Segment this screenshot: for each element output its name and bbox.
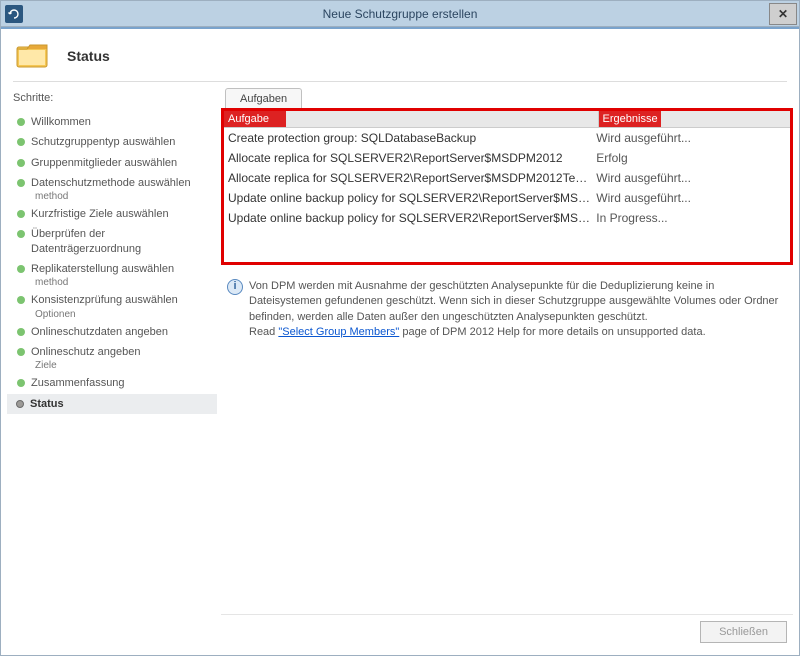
step-bullet-icon bbox=[17, 210, 25, 218]
step-label: Status bbox=[30, 397, 211, 411]
step-item[interactable]: Zusammenfassung bbox=[7, 373, 217, 393]
result-cell: Wird ausgeführt... bbox=[596, 131, 786, 145]
result-cell: In Progress... bbox=[596, 211, 786, 225]
main-panel: Aufgaben Aufgabe se Ergebnisse Create pr… bbox=[221, 88, 793, 649]
tab-tasks[interactable]: Aufgaben bbox=[225, 88, 302, 109]
step-item[interactable]: Willkommen bbox=[7, 112, 217, 132]
step-sublabel: Ziele bbox=[35, 360, 217, 371]
step-sublabel: method bbox=[35, 277, 217, 288]
window-title: Neue Schutzgruppe erstellen bbox=[1, 7, 799, 21]
footer: Schließen bbox=[221, 614, 793, 649]
task-cell: Update online backup policy for SQLSERVE… bbox=[228, 211, 596, 225]
help-link[interactable]: "Select Group Members" bbox=[278, 326, 399, 338]
info-message: i Von DPM werden mit Ausnahme der geschü… bbox=[221, 265, 793, 341]
info-icon: i bbox=[227, 279, 243, 295]
task-cell: Allocate replica for SQLSERVER2\ReportSe… bbox=[228, 151, 596, 165]
step-item[interactable]: Schutzgruppentyp auswählen bbox=[7, 132, 217, 152]
heading-row: Status bbox=[7, 35, 793, 81]
step-item[interactable]: Kurzfristige Ziele auswählen bbox=[7, 204, 217, 224]
col-result: se Ergebnisse bbox=[598, 111, 790, 128]
table-row[interactable]: Update online backup policy for SQLSERVE… bbox=[224, 188, 790, 208]
step-label: Gruppenmitglieder auswählen bbox=[31, 156, 211, 170]
page-title: Status bbox=[67, 48, 110, 64]
step-item[interactable]: Konsistenzprüfung auswählen bbox=[7, 290, 217, 310]
step-label: Konsistenzprüfung auswählen bbox=[31, 293, 211, 307]
step-item[interactable]: Onlineschutz angeben bbox=[7, 342, 217, 362]
step-sublabel: Optionen bbox=[35, 309, 217, 320]
result-cell: Wird ausgeführt... bbox=[596, 191, 786, 205]
step-item[interactable]: Überprüfen der Datenträgerzuordnung bbox=[7, 224, 217, 259]
steps-title: Schritte: bbox=[7, 88, 217, 112]
step-item[interactable]: Gruppenmitglieder auswählen bbox=[7, 153, 217, 173]
step-label: Replikaterstellung auswählen bbox=[31, 262, 211, 276]
step-bullet-icon bbox=[17, 296, 25, 304]
folder-icon bbox=[15, 41, 51, 71]
step-sublabel: method bbox=[35, 191, 217, 202]
table-row[interactable]: Update online backup policy for SQLSERVE… bbox=[224, 208, 790, 228]
step-item[interactable]: Status bbox=[7, 394, 217, 414]
step-label: Onlineschutz angeben bbox=[31, 345, 211, 359]
info-read-prefix: Read bbox=[249, 326, 278, 338]
step-item[interactable]: Datenschutzmethode auswählen bbox=[7, 173, 217, 193]
step-bullet-icon bbox=[17, 118, 25, 126]
step-bullet-icon bbox=[16, 400, 24, 408]
wizard-window: Neue Schutzgruppe erstellen ✕ Status Sch… bbox=[0, 0, 800, 656]
info-text: Von DPM werden mit Ausnahme der geschütz… bbox=[249, 280, 778, 323]
step-label: Kurzfristige Ziele auswählen bbox=[31, 207, 211, 221]
col-task: Aufgabe bbox=[224, 111, 598, 128]
table-row[interactable]: Allocate replica for SQLSERVER2\ReportSe… bbox=[224, 168, 790, 188]
title-bar: Neue Schutzgruppe erstellen ✕ bbox=[1, 1, 799, 27]
tasks-header: Aufgabe se Ergebnisse bbox=[224, 111, 790, 128]
step-bullet-icon bbox=[17, 265, 25, 273]
close-icon: ✕ bbox=[778, 7, 788, 21]
step-label: Onlineschutzdaten angeben bbox=[31, 325, 211, 339]
divider bbox=[13, 81, 787, 82]
steps-sidebar: Schritte: Willkommen Schutzgruppentyp aus… bbox=[7, 88, 217, 649]
step-label: Willkommen bbox=[31, 115, 211, 129]
table-row[interactable]: Allocate replica for SQLSERVER2\ReportSe… bbox=[224, 148, 790, 168]
result-cell: Erfolg bbox=[596, 151, 786, 165]
step-bullet-icon bbox=[17, 328, 25, 336]
step-label: Schutzgruppentyp auswählen bbox=[31, 135, 211, 149]
close-button[interactable]: ✕ bbox=[769, 3, 797, 25]
step-item[interactable]: Replikaterstellung auswählen bbox=[7, 259, 217, 279]
info-read-suffix: page of DPM 2012 Help for more details o… bbox=[399, 326, 705, 338]
step-bullet-icon bbox=[17, 159, 25, 167]
step-label: Zusammenfassung bbox=[31, 376, 211, 390]
task-cell: Allocate replica for SQLSERVER2\ReportSe… bbox=[228, 171, 596, 185]
wizard-body: Status Schritte: Willkommen Schutzgruppen… bbox=[1, 27, 799, 655]
step-bullet-icon bbox=[17, 379, 25, 387]
step-label: Datenschutzmethode auswählen bbox=[31, 176, 211, 190]
tasks-table: Aufgabe se Ergebnisse Create protection … bbox=[221, 108, 793, 265]
table-row[interactable]: Create protection group: SQLDatabaseBack… bbox=[224, 128, 790, 148]
step-bullet-icon bbox=[17, 230, 25, 238]
step-bullet-icon bbox=[17, 179, 25, 187]
app-icon bbox=[5, 5, 23, 23]
step-bullet-icon bbox=[17, 348, 25, 356]
step-bullet-icon bbox=[17, 138, 25, 146]
task-cell: Create protection group: SQLDatabaseBack… bbox=[228, 131, 596, 145]
step-label: Überprüfen der Datenträgerzuordnung bbox=[31, 227, 211, 256]
task-cell: Update online backup policy for SQLSERVE… bbox=[228, 191, 596, 205]
close-wizard-button[interactable]: Schließen bbox=[700, 621, 787, 643]
result-cell: Wird ausgeführt... bbox=[596, 171, 786, 185]
step-item[interactable]: Onlineschutzdaten angeben bbox=[7, 322, 217, 342]
